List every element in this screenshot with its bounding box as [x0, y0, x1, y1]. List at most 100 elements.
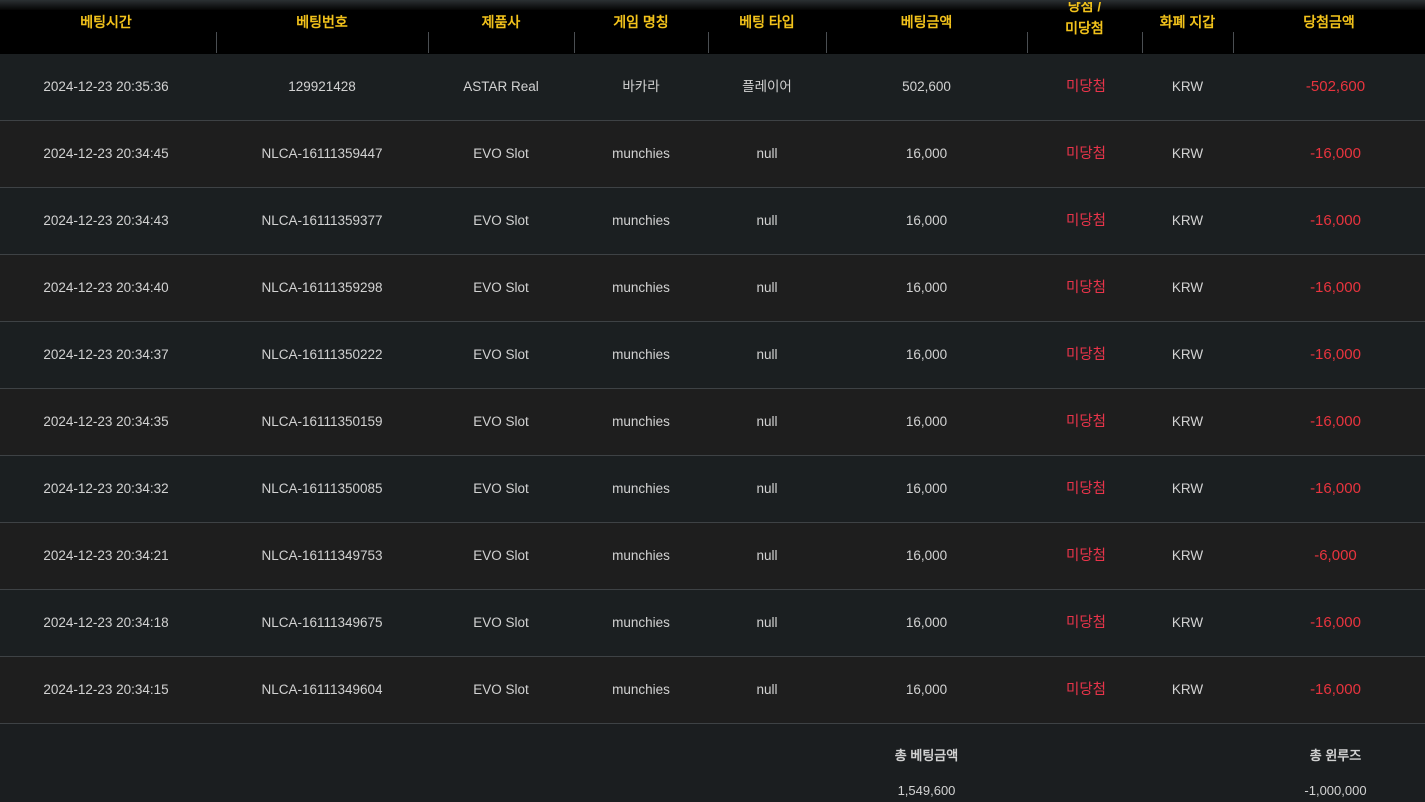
cell-result-status: 미당첨	[1065, 213, 1107, 229]
cell-game-name: munchies	[612, 682, 670, 697]
table-row: 2024-12-23 20:34:45 NLCA-16111359447 EVO…	[0, 121, 1425, 188]
cell-bet-number: NLCA-16111350159	[261, 414, 383, 429]
cell-provider: EVO Slot	[473, 481, 529, 496]
summary-footer: 총 베팅금액 1,549,600 총 윈루즈 -1,000,000	[0, 725, 1425, 802]
cell-game-name: munchies	[612, 280, 670, 295]
cell-bet-number: NLCA-16111349604	[261, 682, 383, 697]
table-row: 2024-12-23 20:34:40 NLCA-16111359298 EVO…	[0, 255, 1425, 322]
cell-result-status: 미당첨	[1065, 347, 1107, 363]
cell-result-status: 미당첨	[1065, 280, 1107, 296]
cell-currency: KRW	[1171, 548, 1204, 563]
cell-bet-amount: 16,000	[905, 347, 948, 362]
cell-win-amount: -502,600	[1305, 78, 1366, 95]
header-win-amount[interactable]: 당첨금액	[1233, 0, 1425, 54]
cell-provider: EVO Slot	[473, 548, 529, 563]
cell-bet-number: NLCA-16111359447	[261, 146, 383, 161]
cell-win-amount: -6,000	[1314, 547, 1357, 564]
header-bet-amount[interactable]: 베팅금액	[826, 0, 1027, 54]
header-currency[interactable]: 화폐 지갑	[1142, 0, 1233, 54]
cell-bet-number: NLCA-16111359377	[261, 213, 383, 228]
cell-bet-amount: 16,000	[905, 548, 948, 563]
cell-bet-amount: 16,000	[905, 146, 948, 161]
header-bet-time[interactable]: 베팅시간	[0, 0, 212, 54]
cell-provider: EVO Slot	[473, 682, 529, 697]
cell-win-amount: -16,000	[1310, 681, 1361, 698]
header-bet-number[interactable]: 베팅번호	[216, 0, 428, 54]
total-bet-label: 총 베팅금액	[894, 748, 959, 763]
cell-currency: KRW	[1171, 146, 1204, 161]
cell-provider: EVO Slot	[473, 414, 529, 429]
header-result[interactable]: 당첨 / 미당첨	[1027, 0, 1142, 54]
header-bet-type[interactable]: 베팅 타입	[708, 0, 826, 54]
cell-game-name: munchies	[612, 146, 670, 161]
cell-game-name: munchies	[612, 548, 670, 563]
cell-currency: KRW	[1171, 280, 1204, 295]
cell-win-amount: -16,000	[1310, 614, 1361, 631]
table-row: 2024-12-23 20:34:35 NLCA-16111350159 EVO…	[0, 389, 1425, 456]
cell-win-amount: -16,000	[1310, 279, 1361, 296]
cell-provider: EVO Slot	[473, 280, 529, 295]
cell-bet-time: 2024-12-23 20:34:35	[43, 414, 169, 429]
cell-bet-time: 2024-12-23 20:35:36	[43, 79, 169, 94]
cell-currency: KRW	[1171, 79, 1204, 94]
cell-bet-type: 플레이어	[742, 79, 792, 94]
cell-bet-amount: 16,000	[905, 615, 948, 630]
cell-bet-type: null	[756, 682, 778, 697]
table-row: 2024-12-23 20:34:15 NLCA-16111349604 EVO…	[0, 657, 1425, 724]
cell-bet-amount: 16,000	[905, 682, 948, 697]
cell-bet-amount: 16,000	[905, 213, 948, 228]
cell-provider: EVO Slot	[473, 213, 529, 228]
cell-bet-number: NLCA-16111349675	[261, 615, 383, 630]
header-result-line2: 미당첨	[1065, 20, 1104, 36]
cell-bet-type: null	[756, 414, 778, 429]
cell-bet-time: 2024-12-23 20:34:18	[43, 615, 169, 630]
table-body: 2024-12-23 20:35:36 129921428 ASTAR Real…	[0, 54, 1425, 724]
cell-bet-time: 2024-12-23 20:34:21	[43, 548, 169, 563]
cell-bet-amount: 502,600	[902, 79, 951, 94]
cell-currency: KRW	[1171, 481, 1204, 496]
cell-bet-type: null	[756, 213, 778, 228]
table-row: 2024-12-23 20:35:36 129921428 ASTAR Real…	[0, 54, 1425, 121]
cell-win-amount: -16,000	[1310, 413, 1361, 430]
cell-bet-type: null	[756, 280, 778, 295]
cell-currency: KRW	[1171, 682, 1204, 697]
cell-win-amount: -16,000	[1310, 145, 1361, 162]
cell-result-status: 미당첨	[1065, 414, 1107, 430]
cell-game-name: munchies	[612, 615, 670, 630]
cell-bet-number: NLCA-16111349753	[261, 548, 383, 563]
cell-provider: EVO Slot	[473, 146, 529, 161]
cell-bet-number: 129921428	[288, 79, 356, 94]
cell-bet-time: 2024-12-23 20:34:15	[43, 682, 169, 697]
cell-game-name: 바카라	[622, 79, 660, 94]
cell-currency: KRW	[1171, 347, 1204, 362]
table-row: 2024-12-23 20:34:32 NLCA-16111350085 EVO…	[0, 456, 1425, 523]
header-result-line1: 당첨 /	[1067, 2, 1102, 14]
total-winloss-label: 총 윈루즈	[1309, 748, 1362, 763]
cell-bet-time: 2024-12-23 20:34:37	[43, 347, 169, 362]
cell-bet-amount: 16,000	[905, 481, 948, 496]
cell-game-name: munchies	[612, 213, 670, 228]
cell-game-name: munchies	[612, 481, 670, 496]
cell-result-status: 미당첨	[1065, 79, 1107, 95]
cell-win-amount: -16,000	[1310, 480, 1361, 497]
cell-bet-number: NLCA-16111350085	[261, 481, 383, 496]
table-header: 베팅시간 베팅번호 제품사 게임 명칭 베팅 타입 베팅금액 당첨 / 미당첨 …	[0, 0, 1425, 55]
cell-result-status: 미당첨	[1065, 615, 1107, 631]
cell-currency: KRW	[1171, 213, 1204, 228]
cell-currency: KRW	[1171, 414, 1204, 429]
cell-bet-time: 2024-12-23 20:34:43	[43, 213, 169, 228]
cell-bet-type: null	[756, 146, 778, 161]
table-row: 2024-12-23 20:34:18 NLCA-16111349675 EVO…	[0, 590, 1425, 657]
header-game-name[interactable]: 게임 명칭	[574, 0, 708, 54]
cell-bet-type: null	[756, 481, 778, 496]
cell-bet-type: null	[756, 615, 778, 630]
cell-bet-amount: 16,000	[905, 414, 948, 429]
total-winloss-value: -1,000,000	[1304, 783, 1367, 798]
cell-bet-type: null	[756, 347, 778, 362]
cell-game-name: munchies	[612, 347, 670, 362]
header-provider[interactable]: 제품사	[428, 0, 574, 54]
cell-bet-number: NLCA-16111350222	[261, 347, 383, 362]
cell-result-status: 미당첨	[1065, 146, 1107, 162]
cell-win-amount: -16,000	[1310, 346, 1361, 363]
cell-bet-time: 2024-12-23 20:34:45	[43, 146, 169, 161]
